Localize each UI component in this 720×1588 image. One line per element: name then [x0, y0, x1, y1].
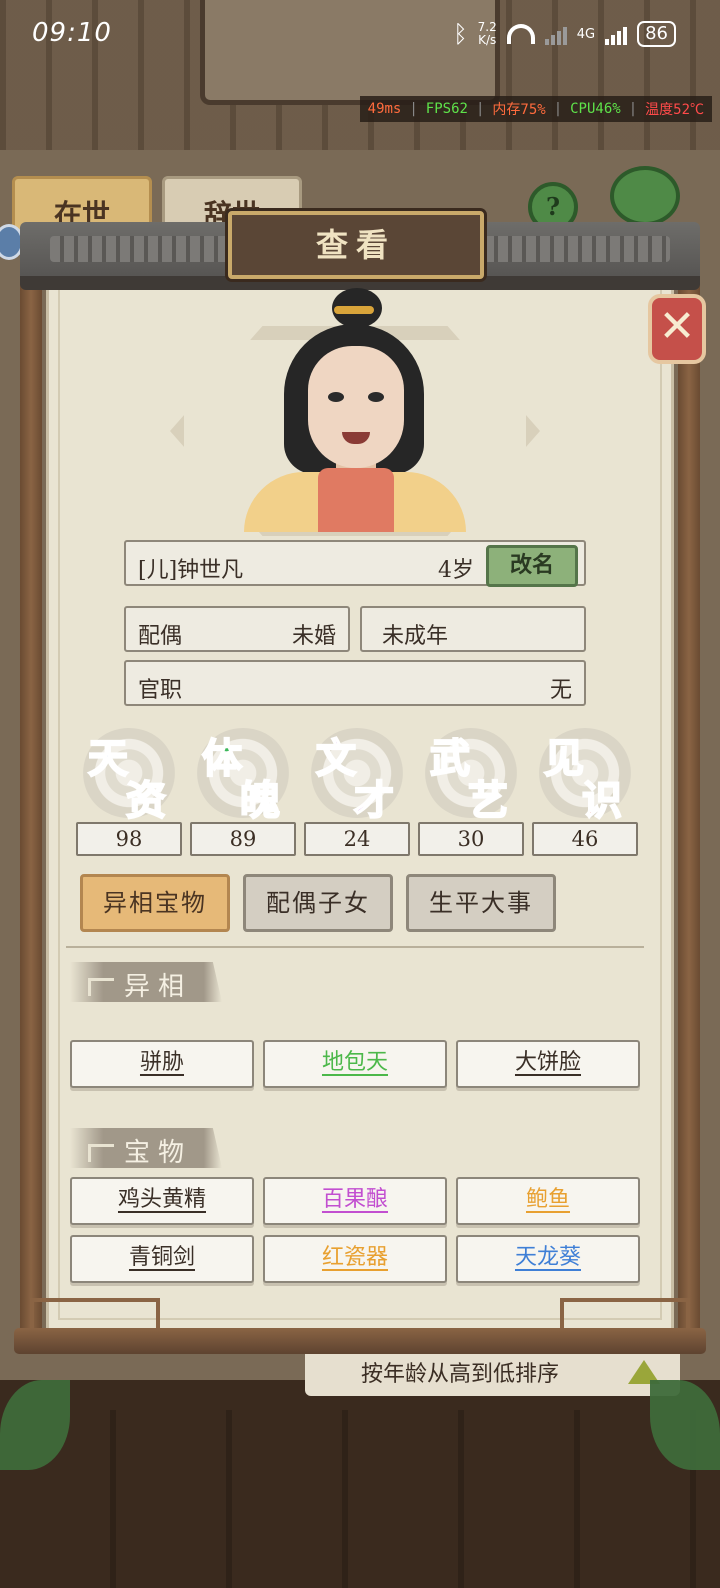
office-field: 官职 无 [124, 660, 586, 706]
back-icon[interactable] [610, 166, 680, 226]
signal-icon [605, 23, 628, 45]
clock: 09:10 [32, 18, 112, 48]
treasure-item[interactable]: 青铜剑 [70, 1235, 254, 1283]
network-speed: 7.2 K/s [477, 20, 497, 47]
pattern-icon [88, 1144, 114, 1162]
stat-literary: 文 才 [306, 722, 406, 825]
pattern-icon [88, 978, 114, 996]
rename-button[interactable]: 改名 [486, 545, 578, 587]
stat-physique: 体 魄 [192, 722, 292, 825]
stat-value-literary: 24 [304, 822, 410, 856]
spouse-field: 配偶 未婚 [124, 606, 350, 652]
divider [66, 946, 644, 948]
trait-item[interactable]: 地包天 [263, 1040, 447, 1088]
modal-title: 查看 [315, 226, 396, 264]
scroll-pole-left [20, 270, 42, 1350]
spouse-value: 未婚 [291, 624, 336, 649]
character-age: 4岁 [438, 558, 474, 583]
network-type: 4G [576, 26, 596, 42]
modal-title-plaque: 查看 [228, 211, 484, 279]
stat-talent: 天 资 [78, 722, 178, 825]
stat-martial: 武 艺 [420, 722, 520, 825]
wifi-icon [506, 24, 535, 44]
wooden-floor [0, 1380, 720, 1588]
trait-item[interactable]: 骈胁 [70, 1040, 254, 1088]
adult-status-field: 未成年 [360, 606, 586, 652]
adult-status: 未成年 [382, 624, 449, 649]
treasure-item[interactable]: 鲍鱼 [456, 1177, 640, 1225]
office-label: 官职 [138, 678, 183, 703]
office-value: 无 [549, 678, 572, 703]
treasure-item[interactable]: 红瓷器 [263, 1235, 447, 1283]
treasures-heading: 宝物 [70, 1128, 222, 1168]
trait-item[interactable]: 大饼脸 [456, 1040, 640, 1088]
treasure-item[interactable]: 天龙葵 [456, 1235, 640, 1283]
cpu-value: CPU46% [570, 101, 621, 117]
temperature-value: 温度52℃ [645, 102, 704, 118]
stat-knowledge: 见 识 [534, 722, 634, 825]
stat-value-knowledge: 46 [532, 822, 638, 856]
close-icon: ✕ [658, 301, 696, 352]
traits-heading: 异相 [70, 962, 222, 1002]
stat-value-martial: 30 [418, 822, 524, 856]
scroll-bottom-bar [14, 1328, 706, 1354]
tab-traits-treasures[interactable]: 异相宝物 [80, 874, 230, 932]
close-button[interactable]: ✕ [648, 294, 706, 364]
railing-decoration [30, 1298, 160, 1330]
treasure-item[interactable]: 鸡头黄精 [70, 1177, 254, 1225]
battery-icon: 86 [637, 21, 676, 47]
treasure-item[interactable]: 百果酿 [263, 1177, 447, 1225]
tab-spouse-children[interactable]: 配偶子女 [243, 874, 393, 932]
spouse-label: 配偶 [138, 624, 183, 649]
railing-decoration [560, 1298, 690, 1330]
signal-icon [544, 23, 567, 45]
stat-value-physique: 89 [190, 822, 296, 856]
fps-value: FPS62 [425, 101, 468, 117]
sort-label: 按年龄从高到低排序 [361, 1362, 560, 1387]
ping-value: 49ms [367, 101, 402, 117]
memory-value: 内存75% [492, 102, 546, 118]
performance-overlay: 49ms | FPS62 | 内存75% | CPU46% | 温度52℃ [359, 96, 712, 122]
scroll-pole-right [678, 270, 700, 1350]
character-name: [儿]钟世凡 [138, 558, 244, 583]
character-portrait [244, 288, 466, 532]
status-bar: 09:10 ᛒ 7.2 K/s 4G 86 [0, 0, 720, 70]
tab-life-events[interactable]: 生平大事 [406, 874, 556, 932]
bluetooth-icon: ᛒ [453, 20, 468, 48]
stat-value-talent: 98 [76, 822, 182, 856]
